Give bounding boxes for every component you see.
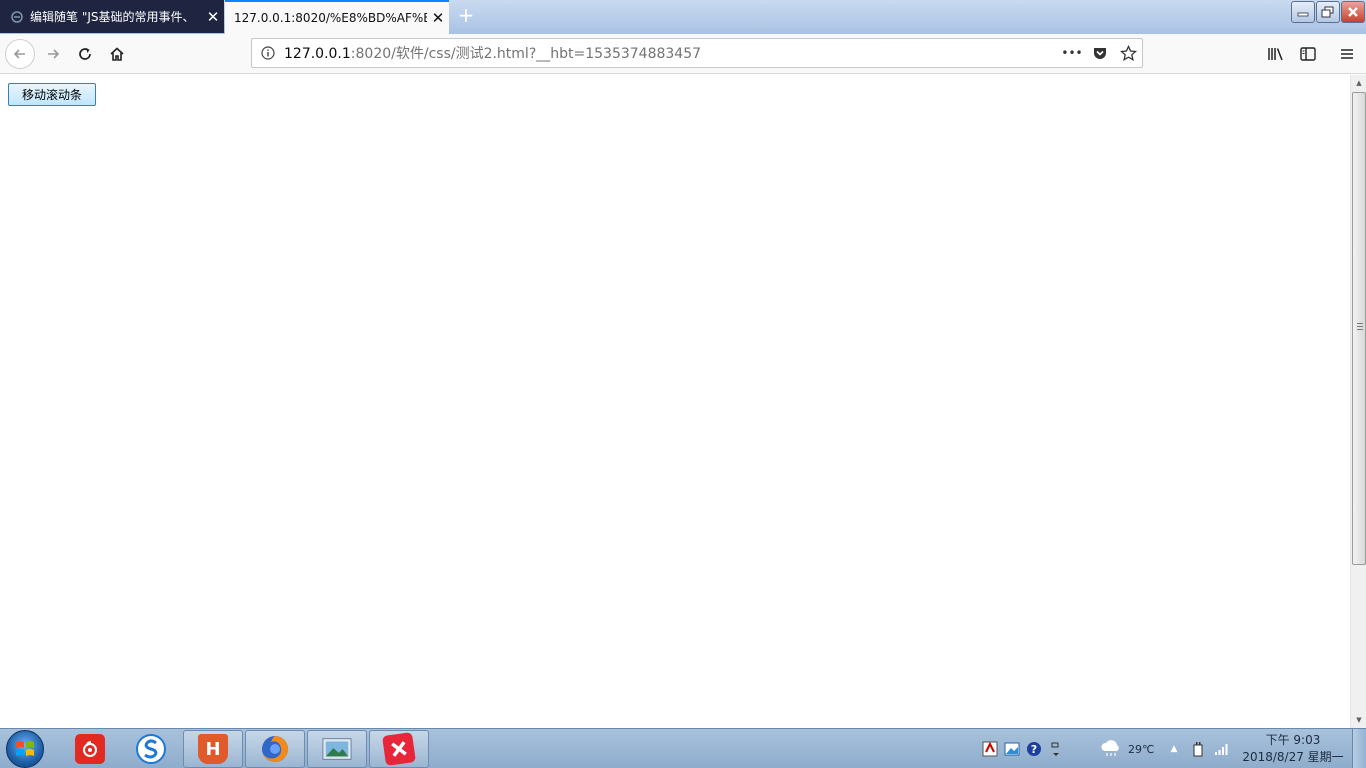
site-info-icon[interactable] (252, 46, 284, 60)
pocket-button[interactable] (1086, 45, 1114, 61)
network-small-tray-icon[interactable] (1048, 741, 1064, 757)
system-clock[interactable]: 下午 9:03 2018/8/27 星期一 (1240, 732, 1346, 766)
back-arrow-icon (13, 49, 25, 59)
sidebar-icon (1300, 47, 1316, 61)
clock-time: 下午 9:03 (1265, 733, 1321, 747)
page-actions-button[interactable]: ••• (1058, 46, 1086, 60)
system-tray: ? (982, 729, 1064, 768)
taskbar-firefox[interactable] (245, 730, 305, 768)
tab-cnblogs-editor[interactable]: 编辑随笔 "JS基础的常用事件、 ✕ (0, 0, 224, 33)
library-icon (1268, 48, 1283, 61)
picture-tray-icon[interactable] (1004, 741, 1020, 757)
restore-icon (1321, 6, 1334, 18)
move-scrollbar-button[interactable]: 移动滚动条 (8, 83, 96, 106)
pocket-icon (1094, 48, 1106, 59)
hbuilder-icon: H (198, 734, 228, 764)
vertical-scrollbar[interactable]: ▲ ▼ (1350, 75, 1366, 728)
weather-temperature: 29℃ (1128, 742, 1155, 756)
reload-button[interactable] (70, 39, 100, 69)
star-icon (1119, 44, 1137, 61)
reload-icon (79, 48, 91, 60)
close-tab-icon[interactable]: ✕ (427, 9, 449, 27)
power-tray-icon[interactable] (1190, 741, 1206, 757)
forward-arrow-icon (48, 49, 60, 59)
clock-date: 2018/8/27 星期一 (1242, 750, 1344, 764)
minimize-button[interactable] (1291, 1, 1315, 23)
sidebar-button[interactable] (1293, 39, 1323, 69)
window-close-button[interactable] (1341, 1, 1365, 23)
scrollbar-thumb[interactable] (1352, 92, 1366, 565)
taskbar-photo-viewer[interactable] (307, 730, 367, 768)
network-signal-tray-icon[interactable] (1214, 741, 1230, 757)
taskbar-xmind[interactable] (369, 730, 429, 768)
url-actions: ••• (1058, 44, 1142, 62)
windows-logo-icon (16, 741, 34, 756)
show-hidden-icons-chevron-up-icon[interactable]: ▲ (1166, 741, 1182, 757)
minimize-icon (1297, 12, 1309, 17)
weather-tray[interactable]: 29℃ (1100, 729, 1154, 768)
menu-button[interactable] (1332, 39, 1362, 69)
navigation-toolbar: 127.0.0.1:8020/软件/css/测试2.html?__hbt=153… (0, 34, 1366, 74)
new-tab-button[interactable]: + (455, 4, 477, 26)
browser-window: 编辑随笔 "JS基础的常用事件、 ✕ 127.0.0.1:8020/%E8%BD… (0, 0, 1366, 768)
restore-button[interactable] (1316, 1, 1340, 23)
netease-music-icon (75, 734, 105, 764)
taskbar-sogou-browser[interactable] (121, 730, 181, 768)
close-tab-icon[interactable]: ✕ (202, 8, 224, 26)
bookmark-star-button[interactable] (1114, 44, 1142, 62)
taskbar-netease-music[interactable] (60, 730, 120, 768)
tab-test-page[interactable]: 127.0.0.1:8020/%E8%BD%AF%E4 ✕ (225, 0, 449, 34)
url-path: :8020/软件/css/测试2.html?__hbt=153537488345… (350, 46, 702, 62)
url-host: 127.0.0.1 (284, 46, 351, 62)
xmind-icon (382, 732, 416, 766)
home-button[interactable] (102, 39, 132, 69)
more-icon: ••• (1061, 46, 1083, 60)
close-icon (1348, 7, 1358, 17)
scroll-up-arrow-icon[interactable]: ▲ (1351, 75, 1366, 91)
back-button[interactable] (5, 39, 35, 69)
windows-taskbar: H ? 29℃ ▲ 下午 9:03 2018/8/27 星期一 (0, 728, 1366, 768)
address-bar[interactable]: 127.0.0.1:8020/软件/css/测试2.html?__hbt=153… (251, 38, 1143, 68)
page-content: 移动滚动条 (0, 75, 1350, 728)
svg-text:?: ? (1031, 743, 1037, 756)
scroll-down-arrow-icon[interactable]: ▼ (1351, 712, 1366, 728)
hamburger-menu-icon (1341, 49, 1353, 59)
home-icon (110, 47, 124, 61)
sogou-browser-icon (136, 734, 166, 764)
url-text[interactable]: 127.0.0.1:8020/软件/css/测试2.html?__hbt=153… (284, 43, 1058, 63)
taskbar-hbuilder[interactable]: H (183, 730, 243, 768)
tab-title: 编辑随笔 "JS基础的常用事件、 (30, 10, 195, 24)
forward-button[interactable] (38, 39, 68, 69)
pdf-tray-icon[interactable] (982, 741, 998, 757)
scrollbar-grip (1357, 323, 1363, 330)
firefox-icon (260, 734, 290, 764)
help-tray-icon[interactable]: ? (1026, 741, 1042, 757)
show-desktop-button[interactable] (1352, 729, 1366, 768)
notification-area: ▲ (1166, 729, 1230, 768)
cnblogs-favicon-icon (10, 10, 24, 24)
tab-strip: 编辑随笔 "JS基础的常用事件、 ✕ 127.0.0.1:8020/%E8%BD… (0, 0, 1366, 34)
photo-viewer-icon (322, 734, 352, 764)
cloud-rain-icon (1100, 740, 1122, 757)
library-button[interactable] (1261, 39, 1291, 69)
start-button[interactable] (6, 730, 44, 768)
tab-title: 127.0.0.1:8020/%E8%BD%AF%E4 (234, 11, 427, 25)
